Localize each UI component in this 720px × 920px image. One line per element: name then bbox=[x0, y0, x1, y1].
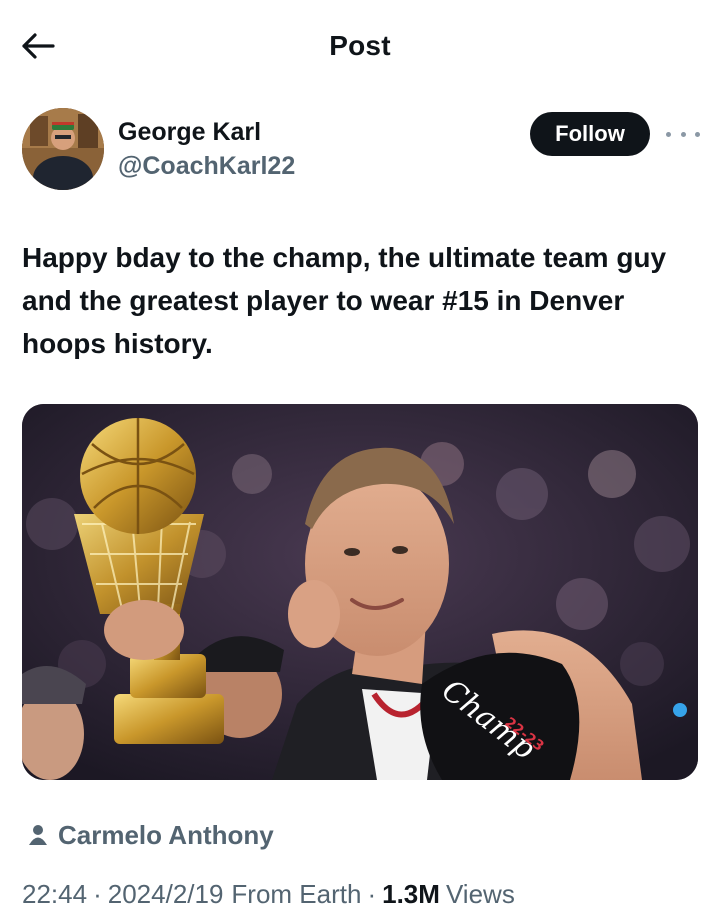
post-author: George Karl @CoachKarl22 Follow bbox=[22, 108, 702, 192]
more-options-button[interactable] bbox=[666, 122, 700, 146]
credit-name: Carmelo Anthony bbox=[58, 819, 274, 850]
post-date[interactable]: 2024/2/19 bbox=[108, 879, 224, 910]
post-time[interactable]: 22:44 bbox=[22, 879, 87, 910]
meta-separator: · bbox=[93, 878, 102, 909]
page-title: Post bbox=[329, 30, 391, 61]
person-icon bbox=[29, 825, 47, 845]
post-text: Happy bday to the champ, the ultimate te… bbox=[22, 242, 667, 359]
top-bar: Post bbox=[0, 0, 720, 92]
meta-separator: · bbox=[367, 878, 377, 909]
photo-credit[interactable]: Carmelo Anthony bbox=[28, 818, 274, 852]
author-name[interactable]: George Karl bbox=[118, 118, 261, 147]
avatar[interactable] bbox=[22, 108, 104, 190]
more-dots-icon bbox=[666, 131, 671, 137]
follow-button[interactable]: Follow bbox=[530, 112, 650, 156]
views-count[interactable]: 1.3M bbox=[382, 879, 440, 910]
author-handle[interactable]: @CoachKarl22 bbox=[118, 152, 295, 181]
post-image[interactable]: Champ 22-23 bbox=[22, 404, 698, 780]
post-meta: 22:44 · 2024/2/19 From Earth · 1.3M View… bbox=[22, 876, 515, 912]
post-location: From Earth bbox=[231, 878, 362, 909]
views-label[interactable]: Views bbox=[446, 879, 515, 910]
